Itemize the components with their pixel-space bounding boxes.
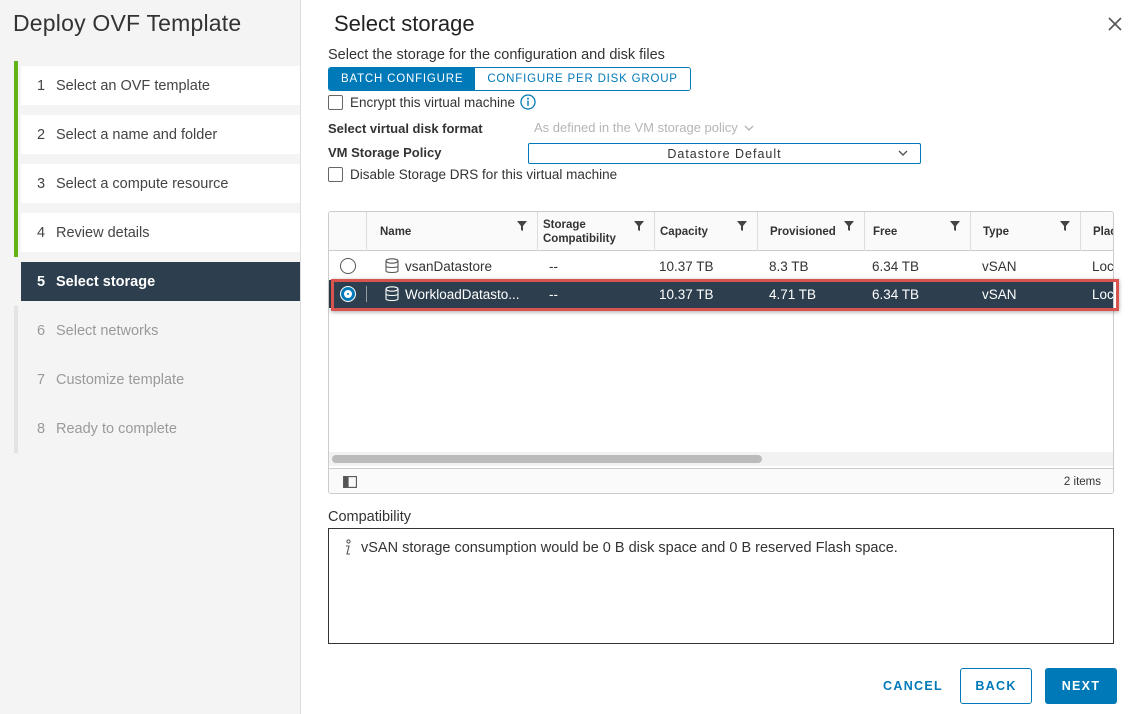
scrollbar-thumb[interactable]: [332, 455, 762, 463]
cell-free: 6.34 TB: [872, 258, 920, 274]
datastore-icon: [385, 286, 399, 302]
filter-icon[interactable]: [1060, 221, 1070, 231]
step-label: Ready to complete: [56, 420, 177, 437]
close-icon[interactable]: [1105, 14, 1125, 34]
item-count: 2 items: [1063, 476, 1101, 488]
storage-policy-label: VM Storage Policy: [328, 145, 442, 160]
back-button[interactable]: BACK: [960, 668, 1032, 704]
row-radio-selected[interactable]: [340, 286, 356, 302]
page-title: Select storage: [334, 11, 475, 36]
compatibility-message: vSAN storage consumption would be 0 B di…: [361, 540, 898, 556]
storage-policy-value: Datastore Default: [667, 146, 782, 161]
step-customize-template: 7 Customize template: [14, 355, 300, 404]
filter-icon[interactable]: [517, 221, 527, 231]
step-select-networks: 6 Select networks: [14, 306, 300, 355]
disk-format-value: As defined in the VM storage policy: [534, 120, 738, 135]
cell-name: WorkloadDatasto...: [405, 286, 520, 302]
cell-capacity: 10.37 TB: [659, 258, 714, 274]
wizard-sidebar: Deploy OVF Template 1 Select an OVF templ…: [0, 0, 301, 714]
compatibility-label: Compatibility: [328, 509, 411, 525]
step-select-compute-resource[interactable]: 3 Select a compute resource: [14, 159, 300, 208]
step-select-storage[interactable]: 5 Select storage: [14, 257, 300, 306]
page-subtitle: Select the storage for the configuration…: [328, 47, 665, 63]
encrypt-vm-label: Encrypt this virtual machine: [350, 94, 516, 110]
storage-policy-select[interactable]: Datastore Default: [528, 143, 921, 164]
next-button[interactable]: NEXT: [1045, 668, 1117, 704]
filter-icon[interactable]: [634, 221, 644, 231]
grid-header: Name Storage Compatibility Capacity Provi…: [329, 212, 1113, 251]
datastore-grid: Name Storage Compatibility Capacity Provi…: [328, 211, 1114, 494]
column-header-provisioned[interactable]: Provisioned: [757, 212, 864, 251]
step-label: Select an OVF template: [56, 77, 210, 94]
step-label: Customize template: [56, 371, 185, 388]
main-panel: Select storage Select the storage for th…: [301, 0, 1128, 714]
info-icon[interactable]: [520, 94, 536, 110]
column-header-type[interactable]: Type: [970, 212, 1080, 251]
step-review-details[interactable]: 4 Review details: [14, 208, 300, 257]
datastore-icon: [385, 258, 399, 274]
filter-icon[interactable]: [950, 221, 960, 231]
table-row-selected[interactable]: WorkloadDatasto... -- 10.37 TB 4.71 TB 6…: [329, 280, 1113, 308]
column-header-capacity[interactable]: Capacity: [654, 212, 757, 251]
step-label: Select networks: [56, 322, 159, 339]
grid-footer: 2 items: [329, 468, 1113, 493]
cancel-button[interactable]: CANCEL: [873, 668, 953, 704]
config-mode-toggle: BATCH CONFIGURE CONFIGURE PER DISK GROUP: [328, 67, 691, 91]
encrypt-vm-checkbox-row[interactable]: Encrypt this virtual machine: [328, 94, 536, 110]
step-number: 2: [37, 126, 46, 143]
encrypt-vm-checkbox[interactable]: [328, 94, 343, 110]
filter-icon[interactable]: [844, 221, 854, 231]
column-toggle-icon[interactable]: [343, 476, 357, 488]
table-row[interactable]: vsanDatastore -- 10.37 TB 8.3 TB 6.34 TB…: [329, 252, 1113, 280]
filter-icon[interactable]: [737, 221, 747, 231]
cell-provisioned: 4.71 TB: [769, 286, 817, 302]
compatibility-panel: vSAN storage consumption would be 0 B di…: [328, 528, 1114, 644]
column-header-place[interactable]: Plac: [1080, 212, 1113, 251]
step-number: 6: [37, 322, 46, 339]
horizontal-scrollbar[interactable]: [329, 452, 1113, 466]
cell-compat: --: [549, 286, 558, 302]
column-header-free[interactable]: Free: [864, 212, 970, 251]
cell-provisioned: 8.3 TB: [769, 258, 809, 274]
cell-type: vSAN: [982, 286, 1017, 302]
step-select-name-folder[interactable]: 2 Select a name and folder: [14, 110, 300, 159]
cell-type: vSAN: [982, 258, 1017, 274]
step-label: Select storage: [56, 273, 156, 290]
configure-per-disk-group-button[interactable]: CONFIGURE PER DISK GROUP: [475, 68, 690, 90]
step-label: Select a name and folder: [56, 126, 218, 143]
disable-drs-checkbox-row[interactable]: Disable Storage DRS for this virtual mac…: [328, 167, 617, 182]
step-label: Select a compute resource: [56, 175, 229, 192]
step-ready-to-complete: 8 Ready to complete: [14, 404, 300, 453]
chevron-down-icon: [744, 125, 754, 131]
cell-free: 6.34 TB: [872, 286, 920, 302]
disk-format-label: Select virtual disk format: [328, 121, 483, 136]
step-number: 1: [37, 77, 46, 94]
cell-capacity: 10.37 TB: [659, 286, 714, 302]
column-header-name[interactable]: Name: [366, 212, 537, 251]
disable-drs-label: Disable Storage DRS for this virtual mac…: [350, 167, 618, 182]
step-select-ovf-template[interactable]: 1 Select an OVF template: [14, 61, 300, 110]
column-header-storage-compatibility[interactable]: Storage Compatibility: [537, 212, 654, 251]
step-number: 8: [37, 420, 46, 437]
chevron-down-icon: [898, 150, 908, 156]
wizard-steps: 1 Select an OVF template 2 Select a name a…: [14, 61, 300, 453]
step-number: 4: [37, 224, 46, 241]
step-number: 3: [37, 175, 46, 192]
step-label: Review details: [56, 224, 150, 241]
step-number: 7: [37, 371, 46, 388]
cell-place: Loc: [1092, 286, 1114, 302]
info-icon: [346, 539, 351, 555]
cell-name: vsanDatastore: [405, 258, 493, 274]
cell-compat: --: [549, 258, 558, 274]
disable-drs-checkbox[interactable]: [328, 167, 343, 182]
batch-configure-button[interactable]: BATCH CONFIGURE: [329, 68, 476, 90]
cell-place: Loc: [1092, 258, 1114, 274]
disk-format-select: As defined in the VM storage policy: [534, 120, 754, 135]
row-radio[interactable]: [340, 258, 356, 274]
wizard-title: Deploy OVF Template: [13, 10, 242, 36]
step-number: 5: [37, 273, 46, 290]
